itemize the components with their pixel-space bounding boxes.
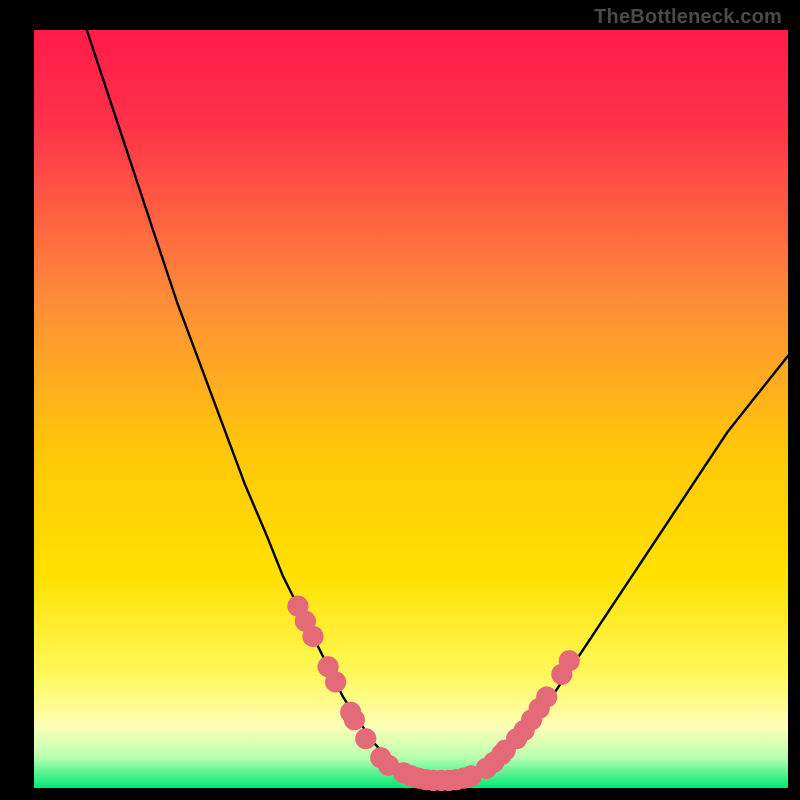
data-marker <box>302 626 323 647</box>
data-marker <box>559 650 580 671</box>
data-marker <box>536 686 557 707</box>
chart-container: TheBottleneck.com <box>0 0 800 800</box>
data-marker <box>355 728 376 749</box>
data-marker <box>344 709 365 730</box>
data-marker <box>325 671 346 692</box>
bottleneck-chart <box>0 0 800 800</box>
